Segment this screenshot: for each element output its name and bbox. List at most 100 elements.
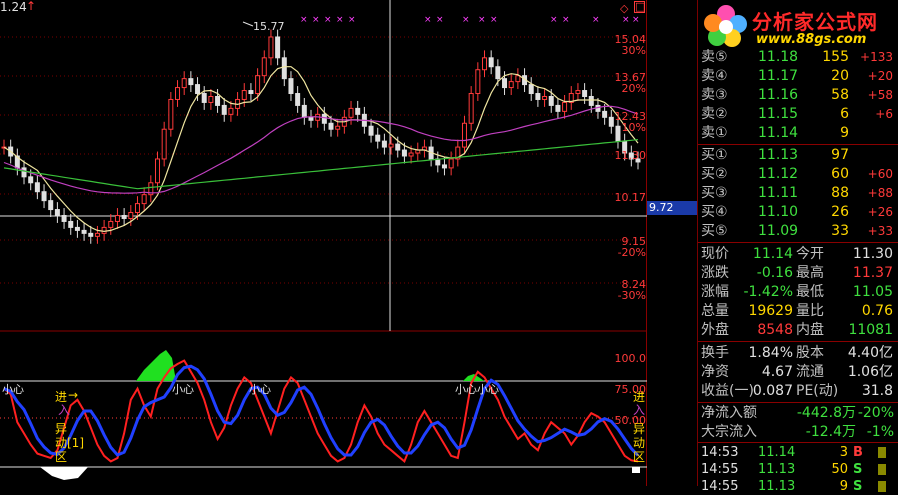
candle-body: [328, 122, 334, 130]
candle-body: [228, 107, 234, 115]
tick-price: 11.13: [758, 462, 796, 477]
quote-label: 内盘: [796, 322, 824, 338]
sell-order-row[interactable]: 卖④ 11.17 20 +20: [698, 67, 898, 86]
careful-label-1: 小心: [2, 383, 24, 396]
candle-body: [81, 229, 87, 234]
buy-change: +88: [867, 186, 893, 200]
tick-price: 11.13: [758, 479, 796, 494]
candle-body: [528, 84, 534, 95]
flow-value: -442.8万: [796, 405, 856, 421]
buy-label: 买④: [701, 204, 728, 220]
candle-body: [201, 93, 207, 103]
tick-side: S: [853, 462, 863, 477]
buy-order-row[interactable]: 买③ 11.11 88 +88: [698, 184, 898, 203]
candle-body: [408, 152, 414, 157]
peak-price-label: 15.77: [253, 20, 285, 33]
tick-price: 11.14: [758, 445, 796, 460]
arrow-right-icon: →: [68, 388, 79, 402]
candle-body: [275, 36, 281, 59]
buy-price: 11.11: [758, 185, 799, 201]
candle-body: [388, 143, 394, 148]
buy-order-row[interactable]: 买② 11.12 60 +60: [698, 165, 898, 184]
quote-value: 11.05: [852, 284, 893, 300]
site-logo: 分析家公式网 www.88gs.com: [698, 0, 898, 50]
careful-label-2: 小心: [172, 383, 194, 396]
candle-body: [54, 209, 60, 217]
quote-label: 外盘: [701, 322, 729, 338]
signal-marker: ×: [622, 15, 630, 25]
ma-long-line: [3, 139, 639, 190]
candle-body: [101, 226, 107, 234]
quote-label: 量比: [796, 303, 824, 319]
quote-value: 11.14: [752, 246, 793, 262]
axis-pct-3: 10%: [621, 121, 646, 134]
candle-body: [21, 167, 27, 178]
tick-volume: 9: [839, 479, 848, 494]
ma-mid-line: [3, 105, 639, 194]
quote-row: 外盘 8548 内盘 11081: [698, 321, 898, 340]
kline-chart-area[interactable]: × × × × × × × × × × × × × × × 1.24 ↑ 15.04 30% 13.67 2…: [0, 0, 647, 486]
candle-body: [134, 203, 140, 214]
divider: [698, 402, 898, 403]
candle-body: [301, 104, 307, 118]
signal-marker: ×: [336, 15, 344, 25]
candle-body: [141, 194, 147, 205]
candle-body: [468, 93, 474, 124]
quote-value: 8548: [757, 322, 793, 338]
candle-body: [41, 191, 47, 202]
sell-price: 11.17: [758, 68, 799, 84]
quote-label: 总量: [701, 303, 729, 319]
sell-price: 11.16: [758, 87, 799, 103]
divider: [698, 144, 898, 145]
buy-order-row[interactable]: 买④ 11.10 26 +26: [698, 203, 898, 222]
sell-order-row[interactable]: 卖① 11.14 9: [698, 124, 898, 143]
stats-label: 收益(一): [701, 383, 754, 399]
sell-order-row[interactable]: 卖⑤ 11.18 155 +133: [698, 48, 898, 67]
diamond-icon[interactable]: ◇: [620, 2, 628, 15]
window-restore-icon[interactable]: □: [634, 1, 645, 13]
peak-pointer: [242, 21, 254, 27]
buy-order-row[interactable]: 买⑤ 11.09 33 +33: [698, 222, 898, 241]
sell-order-row[interactable]: 卖② 11.15 6 +6: [698, 105, 898, 124]
sell-label: 卖③: [701, 87, 728, 103]
enter-label-right-2: 入: [633, 403, 646, 417]
buy-change: +60: [867, 167, 893, 181]
candle-body: [68, 220, 74, 228]
candle-body: [88, 232, 94, 237]
candle-body: [488, 57, 494, 68]
candle-body: [281, 57, 287, 80]
buy-volume: 88: [831, 185, 849, 201]
sell-label: 卖①: [701, 125, 728, 141]
stats-label: PE(动): [796, 383, 839, 399]
tick-marker: [878, 447, 886, 458]
buy-price: 11.09: [758, 223, 799, 239]
stats-value: 0.087: [752, 383, 793, 399]
candle-body: [241, 90, 247, 100]
oversold-fill: [632, 467, 640, 473]
quote-value: -1.42%: [743, 284, 793, 300]
candle-body: [508, 81, 514, 89]
buy-price: 11.13: [758, 147, 799, 163]
signal-marker: ×: [462, 15, 470, 25]
quote-label: 涨幅: [701, 284, 729, 300]
candle-body: [188, 78, 194, 86]
signal-marker: ×: [436, 15, 444, 25]
candle-body: [108, 220, 114, 228]
logo-title: 分析家公式网: [752, 10, 878, 34]
signal-marker: ×: [300, 15, 308, 25]
zone-label-right: 区: [633, 450, 646, 464]
candle-body: [381, 140, 387, 148]
sell-order-row[interactable]: 卖③ 11.16 58 +58: [698, 86, 898, 105]
sell-volume: 20: [831, 68, 849, 84]
chart-canvas[interactable]: × × × × × × × × × × × × × × ×: [0, 0, 647, 486]
flow-pct: -20%: [857, 405, 894, 421]
enter-label-left-2: 入: [58, 403, 71, 417]
axis-pct-1: 30%: [621, 44, 646, 57]
candle-body: [575, 90, 581, 95]
candle-body: [128, 212, 134, 219]
candle-body: [448, 158, 454, 169]
stats-row: 收益(一) 0.087 PE(动) 31.8: [698, 382, 898, 401]
buy-order-row[interactable]: 买① 11.13 97: [698, 146, 898, 165]
tick-time: 14:55: [701, 462, 739, 477]
candle-body: [215, 95, 221, 106]
